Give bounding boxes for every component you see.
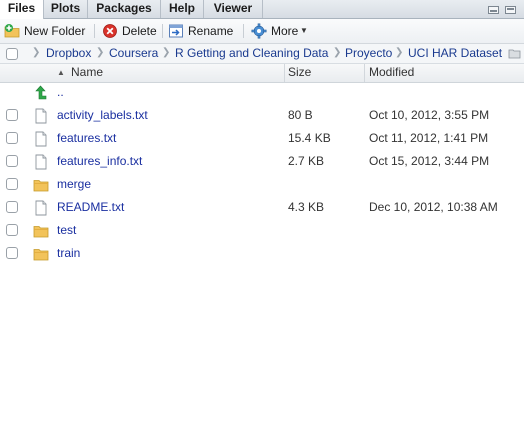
chevron-down-icon: ▼ bbox=[300, 26, 308, 35]
folder-name-link[interactable]: test bbox=[57, 219, 76, 242]
maximize-pane-button[interactable] bbox=[505, 6, 516, 14]
parent-directory-link[interactable]: .. bbox=[57, 81, 64, 104]
list-item[interactable]: activity_labels.txt 80 B Oct 10, 2012, 3… bbox=[0, 104, 524, 127]
file-modified: Oct 15, 2012, 3:44 PM bbox=[369, 154, 490, 168]
rename-label: Rename bbox=[188, 24, 234, 38]
new-folder-label: New Folder bbox=[24, 24, 86, 38]
file-size: 2.7 KB bbox=[288, 154, 325, 168]
more-menu-button[interactable]: More ▼ bbox=[249, 23, 309, 39]
file-name-link[interactable]: activity_labels.txt bbox=[57, 104, 148, 127]
files-toolbar: New Folder Delete Rename More ▼ bbox=[0, 19, 524, 44]
tab-packages[interactable]: Packages bbox=[88, 0, 161, 18]
column-header-modified[interactable]: Modified bbox=[369, 64, 414, 82]
chevron-right-icon: ❯ bbox=[96, 47, 105, 58]
delete-button[interactable]: Delete bbox=[100, 23, 160, 39]
toolbar-separator bbox=[243, 24, 244, 38]
row-checkbox[interactable] bbox=[6, 201, 18, 213]
toolbar-separator bbox=[94, 24, 95, 38]
breadcrumb-item-proyecto[interactable]: Proyecto bbox=[345, 44, 392, 63]
column-divider bbox=[284, 64, 285, 82]
list-item[interactable]: features_info.txt 2.7 KB Oct 15, 2012, 3… bbox=[0, 150, 524, 173]
up-arrow-icon bbox=[35, 85, 47, 100]
text-file-icon bbox=[35, 200, 47, 216]
file-modified: Oct 11, 2012, 1:41 PM bbox=[369, 131, 489, 145]
folder-name-link[interactable]: merge bbox=[57, 173, 91, 196]
more-label: More bbox=[271, 24, 299, 38]
file-modified: Dec 10, 2012, 10:38 AM bbox=[369, 200, 498, 214]
chevron-right-icon: ❯ bbox=[162, 47, 171, 58]
chevron-right-icon: ❯ bbox=[32, 47, 41, 58]
breadcrumb-item-r-getting-and-cleaning-data[interactable]: R Getting and Cleaning Data bbox=[175, 44, 328, 63]
chevron-right-icon: ❯ bbox=[333, 47, 342, 58]
file-size: 15.4 KB bbox=[288, 131, 331, 145]
folder-icon bbox=[33, 226, 49, 238]
tab-help[interactable]: Help bbox=[161, 0, 204, 18]
row-checkbox[interactable] bbox=[6, 155, 18, 167]
rename-button[interactable]: Rename bbox=[166, 23, 236, 39]
go-to-directory-icon[interactable] bbox=[508, 47, 521, 60]
file-size: 4.3 KB bbox=[288, 200, 325, 214]
row-checkbox[interactable] bbox=[6, 224, 18, 236]
text-file-icon bbox=[35, 108, 47, 124]
list-item[interactable]: train bbox=[0, 242, 524, 265]
pane-tab-bar: Files Plots Packages Help Viewer bbox=[0, 0, 524, 19]
row-checkbox[interactable] bbox=[6, 109, 18, 121]
list-item[interactable]: merge bbox=[0, 173, 524, 196]
file-name-link[interactable]: features.txt bbox=[57, 127, 116, 150]
folder-name-link[interactable]: train bbox=[57, 242, 80, 265]
row-checkbox[interactable] bbox=[6, 247, 18, 259]
breadcrumb-item-coursera[interactable]: Coursera bbox=[109, 44, 158, 63]
toolbar-separator bbox=[162, 24, 163, 38]
new-folder-icon bbox=[4, 24, 20, 38]
sort-ascending-icon: ▲ bbox=[57, 68, 65, 77]
file-modified: Oct 10, 2012, 3:55 PM bbox=[369, 108, 490, 122]
file-size: 80 B bbox=[288, 108, 313, 122]
tab-plots[interactable]: Plots bbox=[44, 0, 88, 18]
row-checkbox[interactable] bbox=[6, 132, 18, 144]
folder-icon bbox=[33, 249, 49, 261]
gear-icon bbox=[251, 23, 267, 39]
list-item[interactable]: README.txt 4.3 KB Dec 10, 2012, 10:38 AM bbox=[0, 196, 524, 219]
parent-directory-row[interactable]: .. bbox=[0, 81, 524, 104]
column-header-name[interactable]: Name bbox=[71, 64, 103, 82]
select-all-checkbox[interactable] bbox=[6, 48, 18, 60]
column-header-size[interactable]: Size bbox=[288, 64, 311, 82]
tab-files[interactable]: Files bbox=[0, 0, 44, 19]
delete-icon bbox=[103, 24, 117, 38]
breadcrumb-item-uci-har-dataset[interactable]: UCI HAR Dataset bbox=[408, 44, 502, 63]
breadcrumb: ❯ Dropbox ❯ Coursera ❯ R Getting and Cle… bbox=[0, 44, 524, 64]
file-name-link[interactable]: features_info.txt bbox=[57, 150, 142, 173]
folder-icon bbox=[33, 180, 49, 192]
list-item[interactable]: features.txt 15.4 KB Oct 11, 2012, 1:41 … bbox=[0, 127, 524, 150]
minimize-pane-button[interactable] bbox=[488, 6, 499, 14]
column-divider bbox=[364, 64, 365, 82]
chevron-right-icon: ❯ bbox=[395, 47, 404, 58]
list-item[interactable]: test bbox=[0, 219, 524, 242]
new-folder-button[interactable]: New Folder bbox=[2, 23, 88, 39]
tab-viewer[interactable]: Viewer bbox=[204, 0, 263, 18]
rename-icon bbox=[169, 24, 183, 38]
text-file-icon bbox=[35, 131, 47, 147]
file-name-link[interactable]: README.txt bbox=[57, 196, 124, 219]
row-checkbox[interactable] bbox=[6, 178, 18, 190]
breadcrumb-item-dropbox[interactable]: Dropbox bbox=[46, 44, 91, 63]
text-file-icon bbox=[35, 154, 47, 170]
delete-label: Delete bbox=[122, 24, 157, 38]
